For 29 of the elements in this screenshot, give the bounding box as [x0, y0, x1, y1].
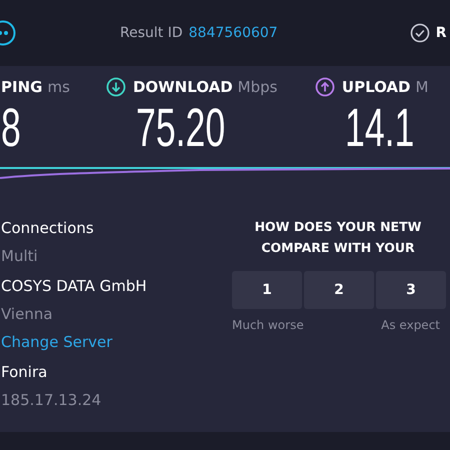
metric-label: DOWNLOAD	[132, 78, 233, 96]
server-info-detail: Multi	[1, 246, 39, 267]
metric-unit: ms	[47, 78, 70, 96]
metric-value: 14.1	[344, 98, 414, 158]
rating-button[interactable]: 2	[304, 271, 374, 309]
survey-question: HOW DOES YOUR NETW	[254, 218, 422, 236]
server-info-title: Fonira	[1, 362, 48, 383]
rating-button[interactable]: 3	[376, 271, 446, 309]
checkmark-icon[interactable]	[410, 23, 430, 43]
metric-label: PING	[1, 78, 42, 96]
metric-value: 75.20	[136, 98, 226, 158]
change-server-link[interactable]: Change Server	[1, 328, 209, 356]
results-link[interactable]: R	[436, 25, 446, 41]
server-info-title: COSYS DATA GmbH	[1, 276, 148, 297]
metric-unit: Mbps	[238, 78, 278, 96]
metric-value: 8	[1, 98, 21, 158]
server-info-detail: 185.17.13.24	[1, 390, 102, 411]
upload-icon	[314, 77, 335, 97]
server-info-detail: Vienna	[1, 304, 54, 325]
metric-unit: M	[416, 78, 428, 96]
rating-label: As expect	[381, 318, 440, 332]
result-id-link[interactable]: 8847560607	[188, 25, 278, 41]
rating-button[interactable]: 1	[232, 271, 302, 309]
survey-question: COMPARE WITH YOUR	[260, 239, 416, 257]
result-id-label: Result ID	[120, 25, 183, 41]
server-info-title: Connections	[1, 218, 95, 239]
download-icon	[106, 77, 126, 97]
metric-label: UPLOAD	[342, 78, 410, 96]
rating-label: Much worse	[232, 318, 304, 332]
